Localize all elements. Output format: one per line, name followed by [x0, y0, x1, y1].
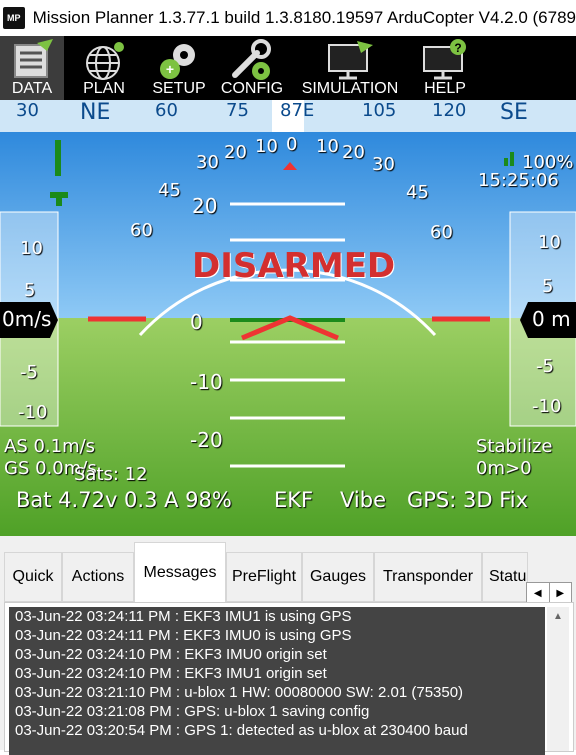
roll-label: 20 — [224, 142, 247, 163]
vibe-status[interactable]: Vibe — [340, 488, 386, 512]
speed-tick: 5 — [24, 280, 36, 301]
tab-transponder[interactable]: Transponder — [374, 552, 482, 602]
speed-tick: -5 — [20, 362, 38, 383]
heading-label: 105 — [362, 100, 397, 121]
toolbar-help-button[interactable]: ? HELP — [410, 36, 480, 100]
distance-home: 0m>0 — [476, 458, 532, 479]
message-line: 03-Jun-22 03:21:10 PM : u-blox 1 HW: 000… — [15, 684, 464, 701]
tab-preflight[interactable]: PreFlight — [226, 552, 302, 602]
heading-label: 60 — [155, 100, 178, 121]
tab-gauges[interactable]: Gauges — [302, 552, 374, 602]
heading-label: SE — [500, 100, 528, 125]
svg-text:+: + — [166, 61, 174, 77]
roll-label: 20 — [342, 142, 365, 163]
tab-panel: Quick Actions Messages PreFlight Gauges … — [0, 536, 576, 755]
toolbar-data-button[interactable]: DATA — [0, 36, 64, 100]
toolbar-plan-button[interactable]: PLAN — [64, 36, 144, 100]
flight-mode: Stabilize — [476, 436, 553, 457]
message-line: 03-Jun-22 03:24:10 PM : EKF3 IMU0 origin… — [15, 646, 327, 663]
message-line: 03-Jun-22 03:24:11 PM : EKF3 IMU0 is usi… — [15, 627, 352, 644]
title-bar: MP Mission Planner 1.3.77.1 build 1.3.81… — [0, 0, 576, 36]
messages-scrollbar[interactable]: ▲ — [547, 607, 569, 751]
pitch-label: -20 — [190, 428, 223, 452]
roll-label: 0 — [286, 134, 298, 155]
message-line: 03-Jun-22 03:24:10 PM : EKF3 IMU1 origin… — [15, 665, 327, 682]
globe-icon — [86, 42, 124, 80]
pitch-label: 20 — [192, 194, 218, 218]
toolbar-simulation-button[interactable]: SIMULATION — [290, 36, 410, 100]
tab-messages[interactable]: Messages — [134, 542, 226, 602]
ekf-status[interactable]: EKF — [274, 488, 313, 512]
roll-label: 60 — [430, 222, 453, 243]
speed-tick: 10 — [20, 238, 43, 259]
monitor-help-icon: ? — [423, 39, 466, 80]
speed-readout: 0m/s — [2, 307, 52, 331]
alt-tick: 10 — [538, 232, 561, 253]
messages-list[interactable]: 03-Jun-22 03:24:11 PM : EKF3 IMU1 is usi… — [9, 607, 545, 755]
speed-tick: -10 — [18, 402, 48, 423]
toolbar-config-button[interactable]: CONFIG — [214, 36, 290, 100]
tab-status[interactable]: Status — [482, 552, 528, 602]
roll-label: 30 — [196, 152, 219, 173]
wrench-icon — [232, 39, 271, 80]
toolbar-plan-label: PLAN — [83, 80, 125, 97]
gps-sats: Sats: 12 — [74, 464, 148, 485]
heading-label: NE — [80, 100, 111, 125]
toolbar-config-label: CONFIG — [220, 80, 284, 97]
toolbar-setup-button[interactable]: + SETUP — [144, 36, 214, 100]
toolbar-setup-label: SETUP — [152, 80, 206, 97]
roll-label: 30 — [372, 154, 395, 175]
gps-status: GPS: 3D Fix — [407, 488, 529, 512]
airspeed: AS 0.1m/s — [4, 436, 96, 457]
app-logo-icon: MP — [3, 7, 25, 29]
tab-strip: Quick Actions Messages PreFlight Gauges … — [0, 542, 576, 604]
toolbar-simulation-label: SIMULATION — [301, 80, 399, 97]
main-toolbar: DATA PLAN + SETUP CONFIG SIMULATION ? HE… — [0, 36, 576, 100]
clock: 15:25:06 — [478, 170, 559, 191]
message-line: 03-Jun-22 03:24:11 PM : EKF3 IMU1 is usi… — [15, 608, 352, 625]
roll-label: 60 — [130, 220, 153, 241]
heading-label: 120 — [432, 100, 467, 121]
armed-status: DISARMED — [192, 246, 396, 286]
toolbar-data-label: DATA — [11, 80, 53, 97]
tab-quick[interactable]: Quick — [4, 552, 62, 602]
monitor-plane-icon — [328, 41, 373, 80]
data-icon — [14, 39, 53, 78]
window-title: Mission Planner 1.3.77.1 build 1.3.8180.… — [32, 8, 576, 27]
scroll-right-icon[interactable]: ▶ — [550, 583, 572, 603]
gears-icon: + — [160, 44, 195, 79]
roll-label: 10 — [316, 136, 339, 157]
hud-display[interactable]: 30 NE 60 75 87E 105 120 SE 60 45 30 20 1… — [0, 100, 576, 536]
toolbar-help-label: HELP — [424, 80, 466, 97]
alt-tick: 5 — [542, 276, 554, 297]
alt-tick: -10 — [532, 396, 562, 417]
pitch-label: 0 — [190, 310, 203, 334]
message-line: 03-Jun-22 03:21:08 PM : GPS: u-blox 1 sa… — [15, 703, 370, 720]
roll-label: 45 — [406, 182, 429, 203]
alt-tick: -5 — [536, 356, 554, 377]
altitude-readout: 0 m — [532, 307, 571, 331]
roll-label: 10 — [255, 136, 278, 157]
messages-panel: 03-Jun-22 03:24:11 PM : EKF3 IMU1 is usi… — [4, 602, 574, 755]
scroll-left-icon[interactable]: ◀ — [527, 583, 550, 603]
tab-actions[interactable]: Actions — [62, 552, 134, 602]
svg-text:?: ? — [454, 41, 461, 55]
message-line: 03-Jun-22 03:20:54 PM : GPS 1: detected … — [15, 722, 468, 739]
battery-status: Bat 4.72v 0.3 A 98% — [16, 488, 232, 512]
heading-label: 75 — [226, 100, 249, 121]
scroll-up-icon[interactable]: ▲ — [551, 611, 565, 625]
heading-label: 87E — [280, 100, 315, 121]
roll-label: 45 — [158, 180, 181, 201]
pitch-label: -10 — [190, 370, 223, 394]
heading-label: 30 — [16, 100, 39, 121]
tab-scroll-arrows: ◀ ▶ — [526, 582, 572, 604]
